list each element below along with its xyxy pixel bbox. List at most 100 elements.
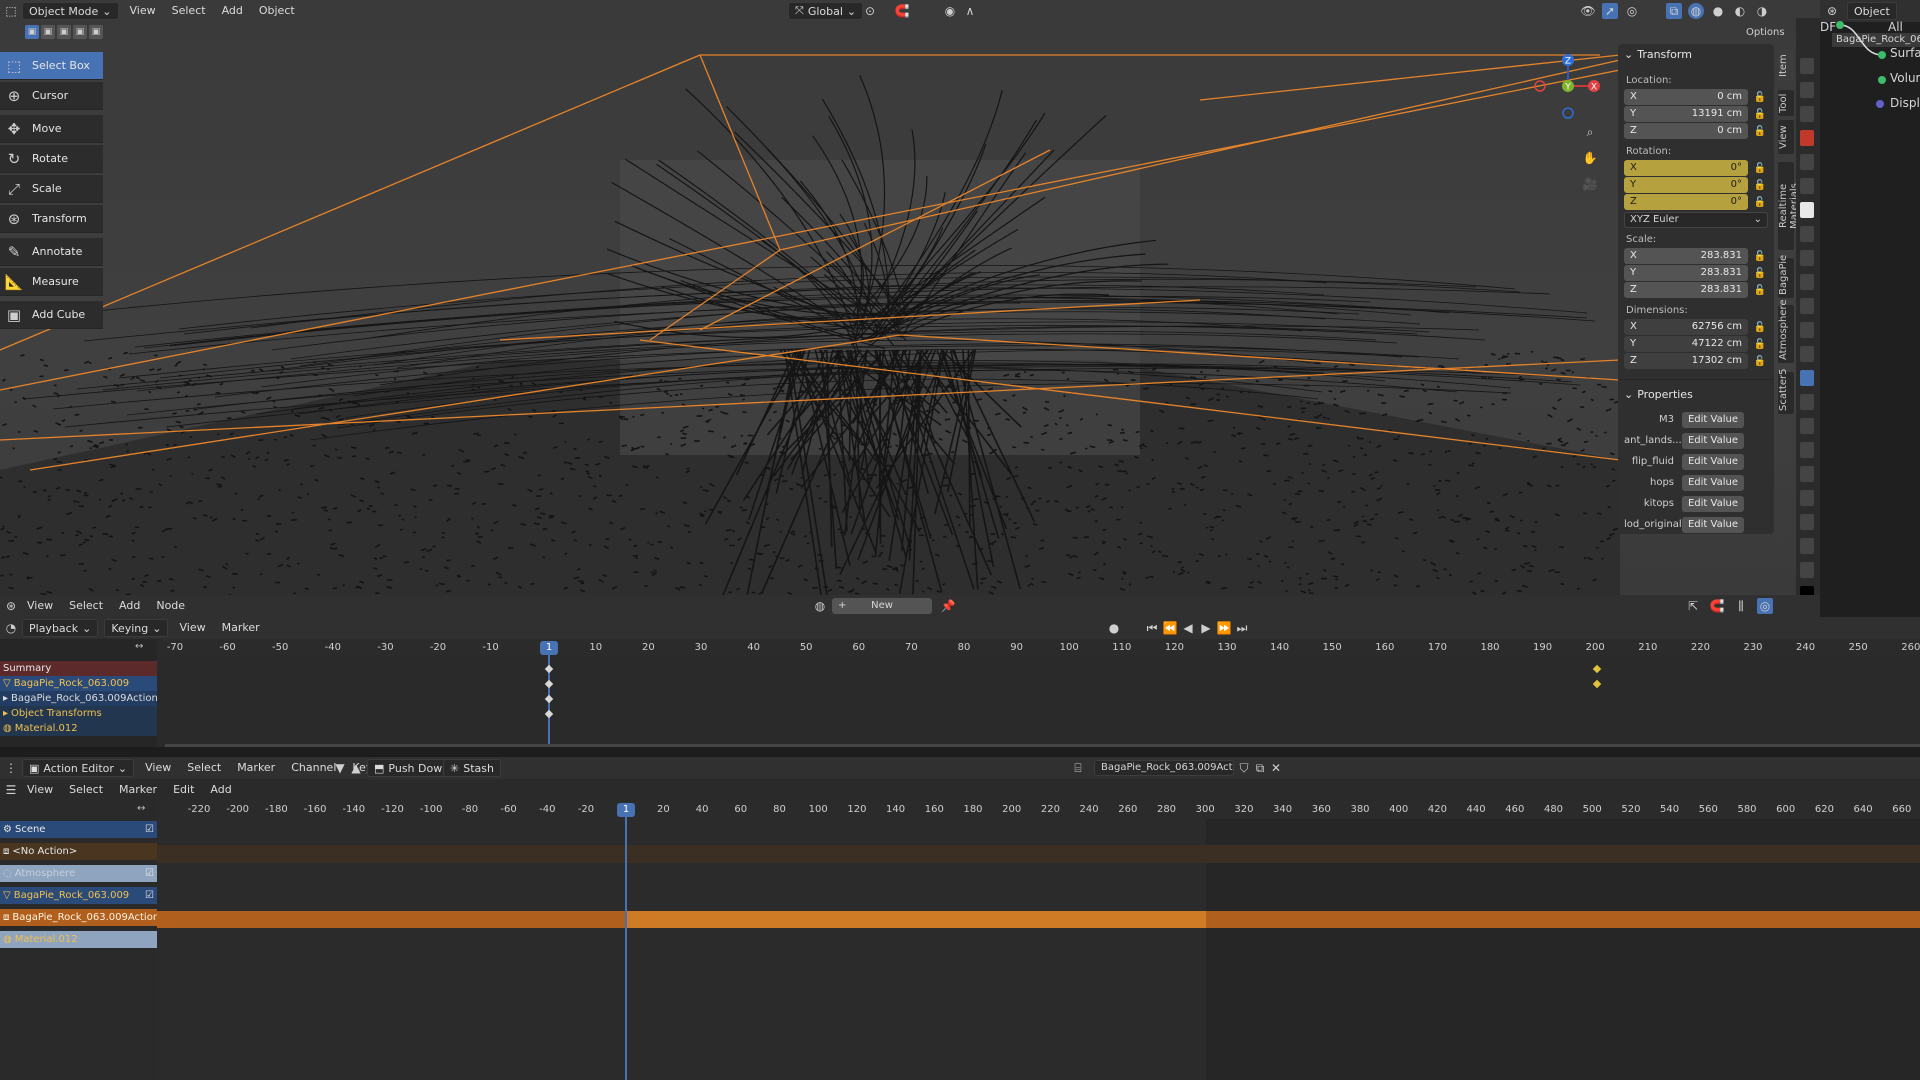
tool-measure[interactable]: 📐 Measure xyxy=(0,268,103,296)
keyframe[interactable] xyxy=(544,694,554,704)
surface-socket[interactable]: Surfa xyxy=(1890,46,1920,60)
timeline-channel-row[interactable]: Summary xyxy=(0,661,157,676)
lock-icon[interactable]: 🔓 xyxy=(1752,285,1768,296)
keyframe[interactable] xyxy=(544,664,554,674)
volume-socket[interactable]: Volur xyxy=(1890,71,1920,85)
scale-z-field[interactable]: Z 283.831 xyxy=(1624,282,1748,298)
fake-user-shield-icon[interactable]: ⛉ xyxy=(1236,760,1252,776)
node-menu-view[interactable]: View xyxy=(19,595,61,617)
scale-x-field[interactable]: X 283.831 xyxy=(1624,248,1748,264)
properties-tab-icon[interactable] xyxy=(1800,562,1814,578)
select-extend-icon[interactable]: ▣ xyxy=(41,25,55,39)
timeline-scrollbar[interactable] xyxy=(165,744,1920,747)
lock-icon[interactable]: 🔓 xyxy=(1752,163,1768,174)
properties-tab-icon[interactable] xyxy=(1800,226,1814,242)
location-y-field[interactable]: Y 13191 cm xyxy=(1624,106,1748,122)
tool-add-cube[interactable]: ▣ Add Cube xyxy=(0,301,103,329)
properties-tab-icon[interactable] xyxy=(1800,538,1814,554)
tool-move[interactable]: ✥ Move xyxy=(0,115,103,143)
lock-icon[interactable]: 🔓 xyxy=(1752,268,1768,279)
play-reverse-icon[interactable]: ◀ xyxy=(1180,620,1196,636)
properties-tab-icon[interactable] xyxy=(1800,322,1814,338)
lock-icon[interactable]: 🔓 xyxy=(1752,339,1768,350)
location-x-field[interactable]: X 0 cm xyxy=(1624,89,1748,105)
nla-menu-marker[interactable]: Marker xyxy=(111,779,165,801)
rotation-z-field[interactable]: Z 0° xyxy=(1624,194,1748,210)
object-shader-select[interactable]: Object xyxy=(1847,2,1897,20)
filter-down-icon[interactable]: ▲ xyxy=(348,760,364,776)
rotation-mode-select[interactable]: XYZ Euler ⌄ xyxy=(1624,212,1768,228)
checkbox-icon[interactable]: ☑ xyxy=(145,888,154,903)
lock-icon[interactable]: 🔓 xyxy=(1752,356,1768,367)
properties-tab-icon[interactable] xyxy=(1800,514,1814,530)
node-menu-select[interactable]: Select xyxy=(61,595,111,617)
lock-icon[interactable]: 🔓 xyxy=(1752,109,1768,120)
checkbox-icon[interactable]: ☑ xyxy=(145,866,154,881)
dopesheet-editor-icon[interactable]: ⋮ xyxy=(3,760,19,776)
sidebar-tab-bagapie[interactable]: BagaPie xyxy=(1778,255,1794,298)
nla-current-frame[interactable]: 1 xyxy=(617,803,635,817)
browse-action-icon[interactable]: ⌸ xyxy=(1070,760,1086,776)
timeline-channel-row[interactable]: ▸ Object Transforms xyxy=(0,706,157,721)
nla-track-row[interactable]: ◌ Atmosphere ☑ xyxy=(0,865,157,882)
node-menu-add[interactable]: Add xyxy=(111,595,148,617)
keyframe[interactable] xyxy=(1592,664,1602,674)
fit-icon[interactable]: ↔ xyxy=(135,641,153,655)
properties-tab-icon[interactable] xyxy=(1800,370,1814,386)
keying-menu[interactable]: Keying ⌄ xyxy=(104,619,169,637)
location-z-field[interactable]: Z 0 cm xyxy=(1624,123,1748,139)
nla-area[interactable]: ↔ -220 -200 -180 -160 -140 -120 -100 -80 -60 -40-… xyxy=(0,801,1920,1080)
wireframe-shading-icon[interactable]: ◍ xyxy=(1688,3,1704,19)
properties-tab-icon[interactable] xyxy=(1800,466,1814,482)
properties-tab-icon[interactable] xyxy=(1800,202,1814,218)
nla-menu-edit[interactable]: Edit xyxy=(165,779,202,801)
edit-value-button[interactable]: Edit Value xyxy=(1682,516,1744,533)
nla-track-row[interactable]: ◍ Material.012 xyxy=(0,931,157,948)
jump-end-icon[interactable]: ⏭ xyxy=(1234,620,1250,636)
edit-value-button[interactable]: Edit Value xyxy=(1682,495,1744,512)
nla-track-row[interactable]: ⚙ Scene ☑ xyxy=(0,821,157,838)
nla-track-row[interactable]: ⧈ <No Action> xyxy=(0,843,157,860)
unlink-action-icon[interactable]: ✕ xyxy=(1268,760,1284,776)
edit-value-button[interactable]: Edit Value xyxy=(1682,474,1744,491)
menu-view[interactable]: View xyxy=(122,0,164,22)
properties-tab-icon[interactable] xyxy=(1800,82,1814,98)
transform-orientation[interactable]: ⤧ Global ⌄ xyxy=(788,2,864,20)
properties-tab-icon[interactable] xyxy=(1800,442,1814,458)
properties-tab-icon[interactable] xyxy=(1800,154,1814,170)
action-name-field[interactable]: BagaPie_Rock_063.009Action xyxy=(1094,760,1234,776)
edit-value-button[interactable]: Edit Value xyxy=(1682,432,1744,449)
properties-tab-icon[interactable] xyxy=(1800,394,1814,410)
mode-selector[interactable]: Object Mode ⌄ xyxy=(22,2,119,20)
proportional-edit-icon[interactable]: ◉ xyxy=(942,3,958,19)
scale-y-field[interactable]: Y 283.831 xyxy=(1624,265,1748,281)
sidebar-tab-tool[interactable]: Tool xyxy=(1778,90,1794,116)
select-subtract-icon[interactable]: ▣ xyxy=(57,25,71,39)
lock-icon[interactable]: 🔓 xyxy=(1752,251,1768,262)
3d-viewport[interactable]: ⬚ Object Mode ⌄ View Select Add Object ⤧ G… xyxy=(0,0,1820,595)
solid-shading-icon[interactable]: ● xyxy=(1710,3,1726,19)
ae-menu-select[interactable]: Select xyxy=(179,757,229,779)
nla-menu-view[interactable]: View xyxy=(19,779,61,801)
tool-scale[interactable]: ⤢ Scale xyxy=(0,175,103,203)
tool-annotate[interactable]: ✎ Annotate xyxy=(0,238,103,266)
rotation-x-field[interactable]: X 0° xyxy=(1624,160,1748,176)
editor-type-icon[interactable]: ⬚ xyxy=(3,3,19,19)
jump-prev-key-icon[interactable]: ⏪ xyxy=(1162,620,1178,636)
material-shading-icon[interactable]: ◐ xyxy=(1732,3,1748,19)
select-invert-icon[interactable]: ▣ xyxy=(73,25,87,39)
select-intersect-icon[interactable]: ▣ xyxy=(89,25,103,39)
timeline-channel-row[interactable]: ▸ BagaPie_Rock_063.009Action xyxy=(0,691,157,706)
tool-select-box[interactable]: ⬚ Select Box xyxy=(0,52,103,80)
sidebar-tab-view[interactable]: View xyxy=(1778,120,1794,154)
sidebar-tab-atmosphere[interactable]: Atmosphere xyxy=(1778,299,1794,363)
jump-next-key-icon[interactable]: ⏩ xyxy=(1216,620,1232,636)
timeline-menu-view[interactable]: View xyxy=(171,617,213,639)
timeline-channel-row[interactable]: ▽ BagaPie_Rock_063.009 xyxy=(0,676,157,691)
record-icon[interactable]: ● xyxy=(1106,620,1122,636)
nla-menu-select[interactable]: Select xyxy=(61,779,111,801)
edit-value-button[interactable]: Edit Value xyxy=(1682,411,1744,428)
xray-icon[interactable]: ⧉ xyxy=(1666,3,1682,19)
lock-icon[interactable]: 🔓 xyxy=(1752,322,1768,333)
node-editor-area[interactable]: ⊛ Object All DF BagaPie_Rock_063.0 Surfa… xyxy=(1820,0,1920,620)
